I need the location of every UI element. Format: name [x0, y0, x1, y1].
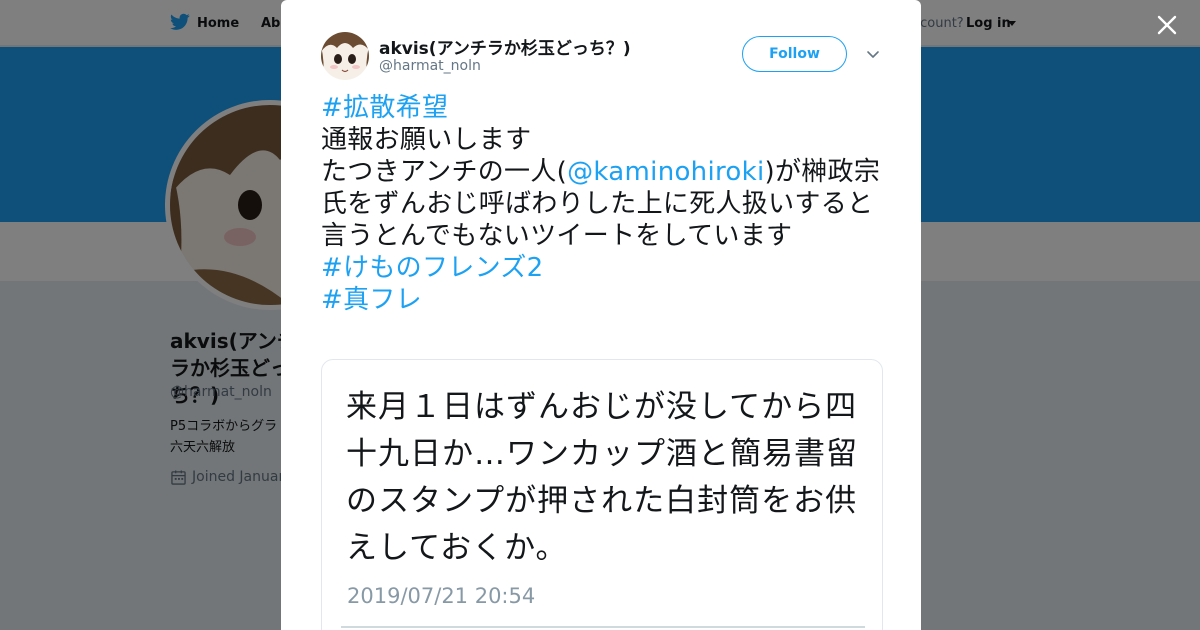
close-icon[interactable] [1155, 13, 1179, 37]
anime-face-avatar-icon [321, 32, 369, 80]
tweet-media-image[interactable]: 来月１日はずんおじが没してから四十九日か…ワンカップ酒と簡易書留のスタンプが押さ… [321, 359, 883, 630]
tweet-author-handle[interactable]: @harmat_noln [379, 58, 481, 74]
hashtag-link[interactable]: #真フレ [321, 285, 422, 315]
chevron-down-icon[interactable] [866, 47, 880, 61]
media-screenshot-text: 来月１日はずんおじが没してから四十九日か…ワンカップ酒と簡易書留のスタンプが押さ… [346, 389, 858, 566]
hashtag-link[interactable]: #けものフレンズ2 [321, 253, 544, 283]
tweet-body: #拡散希望 通報お願いします たつきアンチの一人(@kaminohiroki)が… [321, 92, 886, 316]
media-divider [341, 626, 865, 628]
follow-button[interactable]: Follow [742, 36, 847, 72]
media-screenshot-date: 2019/07/21 20:54 [347, 584, 536, 608]
tweet-modal: akvis(アンチラか杉玉どっち？) @harmat_noln Follow #… [281, 0, 921, 630]
tweet-text-line: 通報お願いします [321, 125, 532, 155]
tweet-author-name[interactable]: akvis(アンチラか杉玉どっち？) [379, 34, 631, 59]
tweet-author-avatar[interactable] [321, 32, 369, 80]
hashtag-link[interactable]: #拡散希望 [321, 93, 448, 123]
mention-link[interactable]: @kaminohiroki [567, 157, 764, 187]
tweet-text-segment: たつきアンチの一人( [321, 157, 568, 187]
